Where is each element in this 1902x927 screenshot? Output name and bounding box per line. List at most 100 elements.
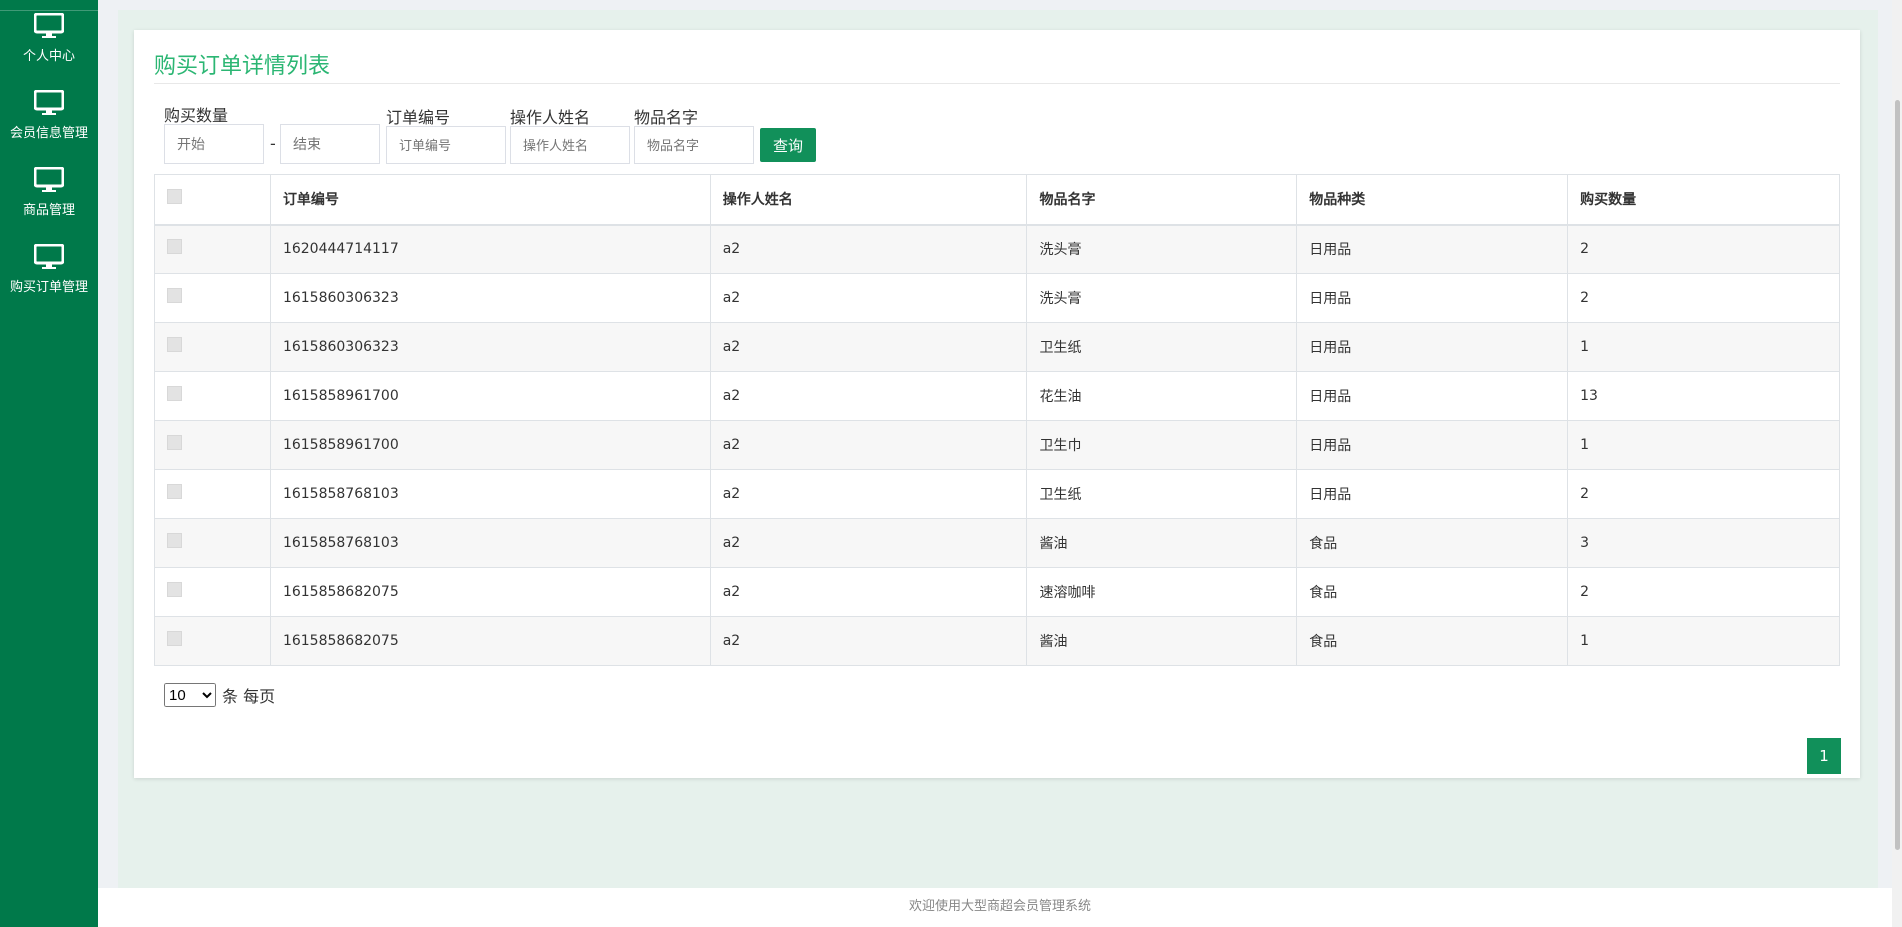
row-select-cell — [154, 273, 271, 323]
quantity-cell: 2 — [1567, 273, 1840, 323]
item-category-cell: 食品 — [1296, 567, 1569, 617]
item-name-cell: 酱油 — [1026, 518, 1298, 568]
row-checkbox[interactable] — [167, 483, 182, 499]
scrollbar-thumb[interactable] — [1895, 100, 1900, 850]
row-select-cell — [154, 371, 271, 421]
item-category-cell: 食品 — [1296, 518, 1569, 568]
page-button-1[interactable]: 1 — [1807, 738, 1841, 774]
row-checkbox[interactable] — [167, 532, 182, 548]
column-header-operator-name[interactable]: 操作人姓名 — [709, 174, 1028, 226]
quantity-cell: 2 — [1567, 224, 1840, 274]
item-name-cell: 卫生巾 — [1026, 420, 1298, 470]
qty-end-input[interactable] — [280, 124, 380, 164]
order-number-cell: 1620444714117 — [269, 224, 711, 274]
operator-name-cell: a2 — [709, 224, 1028, 274]
item-name-cell: 卫生纸 — [1026, 469, 1298, 519]
item-category-cell: 日用品 — [1296, 273, 1569, 323]
quantity-cell: 1 — [1567, 420, 1840, 470]
row-checkbox[interactable] — [167, 336, 182, 352]
footer-text: 欢迎使用大型商超会员管理系统 — [98, 888, 1902, 927]
quantity-cell: 13 — [1567, 371, 1840, 421]
item-category-cell: 日用品 — [1296, 322, 1569, 372]
sidebar-item-purchase-order-management[interactable]: 购买订单管理 — [0, 231, 98, 308]
operator-name-cell: a2 — [709, 420, 1028, 470]
monitor-icon — [34, 244, 64, 269]
row-select-cell — [154, 469, 271, 519]
row-select-cell — [154, 322, 271, 372]
item-name-label: 物品名字 — [634, 108, 699, 127]
sidebar-item-member-management[interactable]: 会员信息管理 — [0, 77, 98, 154]
item-name-input[interactable] — [634, 126, 754, 164]
operator-name-cell: a2 — [709, 518, 1028, 568]
operator-name-input[interactable] — [510, 126, 630, 164]
row-select-cell — [154, 518, 271, 568]
order-detail-table: 订单编号 操作人姓名 物品名字 物品种类 购买数量 1620444714117 … — [154, 174, 1840, 666]
order-number-cell: 1615858961700 — [269, 420, 711, 470]
quantity-cell: 2 — [1567, 469, 1840, 519]
range-dash: - — [270, 134, 276, 153]
order-number-cell: 1615860306323 — [269, 322, 711, 372]
row-select-cell — [154, 567, 271, 617]
row-checkbox[interactable] — [167, 239, 182, 254]
item-name-cell: 酱油 — [1026, 616, 1298, 666]
operator-name-cell: a2 — [709, 322, 1028, 372]
row-checkbox[interactable] — [167, 630, 182, 646]
operator-name-cell: a2 — [709, 616, 1028, 666]
row-checkbox[interactable] — [167, 434, 182, 450]
content-card: 购买订单详情列表 购买数量 - 订单编号 操作人姓名 物品名字 查询 订单编号 … — [134, 30, 1860, 778]
row-select-cell — [154, 420, 271, 470]
quantity-cell: 1 — [1567, 322, 1840, 372]
order-number-input[interactable] — [386, 126, 506, 164]
table-row[interactable]: 1615858682075 a2 酱油 食品 1 — [154, 616, 1840, 666]
query-button[interactable]: 查询 — [760, 128, 816, 162]
item-name-cell: 速溶咖啡 — [1026, 567, 1298, 617]
order-number-label: 订单编号 — [386, 108, 451, 127]
sidebar-item-label: 商品管理 — [22, 203, 75, 218]
sidebar-divider — [0, 10, 98, 11]
order-number-cell: 1615858682075 — [269, 567, 711, 617]
operator-name-cell: a2 — [709, 567, 1028, 617]
monitor-icon — [34, 90, 64, 115]
select-all-cell — [154, 174, 271, 226]
table-row[interactable]: 1615860306323 a2 洗头膏 日用品 2 — [154, 273, 1840, 323]
column-header-order-number[interactable]: 订单编号 — [269, 174, 711, 226]
column-header-item-name[interactable]: 物品名字 — [1026, 174, 1298, 226]
table-row[interactable]: 1615858961700 a2 卫生巾 日用品 1 — [154, 420, 1840, 470]
page-size-select[interactable]: 10 — [164, 683, 216, 707]
table-header-row: 订单编号 操作人姓名 物品名字 物品种类 购买数量 — [154, 174, 1840, 226]
sidebar-item-label: 个人中心 — [22, 49, 75, 64]
order-number-cell: 1615858768103 — [269, 518, 711, 568]
item-name-cell: 花生油 — [1026, 371, 1298, 421]
column-header-item-category[interactable]: 物品种类 — [1296, 174, 1569, 226]
table-row[interactable]: 1615858961700 a2 花生油 日用品 13 — [154, 371, 1840, 421]
column-header-quantity[interactable]: 购买数量 — [1567, 174, 1840, 226]
monitor-icon — [34, 167, 64, 192]
table-row[interactable]: 1615858768103 a2 卫生纸 日用品 2 — [154, 469, 1840, 519]
qty-start-input[interactable] — [164, 124, 264, 164]
operator-name-cell: a2 — [709, 273, 1028, 323]
table-row[interactable]: 1615858682075 a2 速溶咖啡 食品 2 — [154, 567, 1840, 617]
table-row[interactable]: 1615858768103 a2 酱油 食品 3 — [154, 518, 1840, 568]
quantity-cell: 2 — [1567, 567, 1840, 617]
qty-label: 购买数量 — [164, 106, 229, 125]
select-all-checkbox[interactable] — [167, 188, 182, 204]
order-number-cell: 1615858768103 — [269, 469, 711, 519]
operator-name-cell: a2 — [709, 371, 1028, 421]
quantity-cell: 1 — [1567, 616, 1840, 666]
sidebar-item-label: 会员信息管理 — [9, 126, 88, 141]
monitor-icon — [34, 13, 64, 38]
page-size-control: 10 条 每页 — [164, 683, 275, 707]
order-number-cell: 1615860306323 — [269, 273, 711, 323]
quantity-cell: 3 — [1567, 518, 1840, 568]
operator-name-cell: a2 — [709, 469, 1028, 519]
sidebar-item-label: 购买订单管理 — [9, 280, 88, 295]
row-checkbox[interactable] — [167, 385, 182, 401]
table-row[interactable]: 1620444714117 a2 洗头膏 日用品 2 — [154, 224, 1840, 274]
order-number-cell: 1615858961700 — [269, 371, 711, 421]
sidebar-item-personal-center[interactable]: 个人中心 — [0, 0, 98, 77]
table-row[interactable]: 1615860306323 a2 卫生纸 日用品 1 — [154, 322, 1840, 372]
row-checkbox[interactable] — [167, 287, 182, 303]
order-number-cell: 1615858682075 — [269, 616, 711, 666]
sidebar-item-product-management[interactable]: 商品管理 — [0, 154, 98, 231]
row-checkbox[interactable] — [167, 581, 182, 597]
